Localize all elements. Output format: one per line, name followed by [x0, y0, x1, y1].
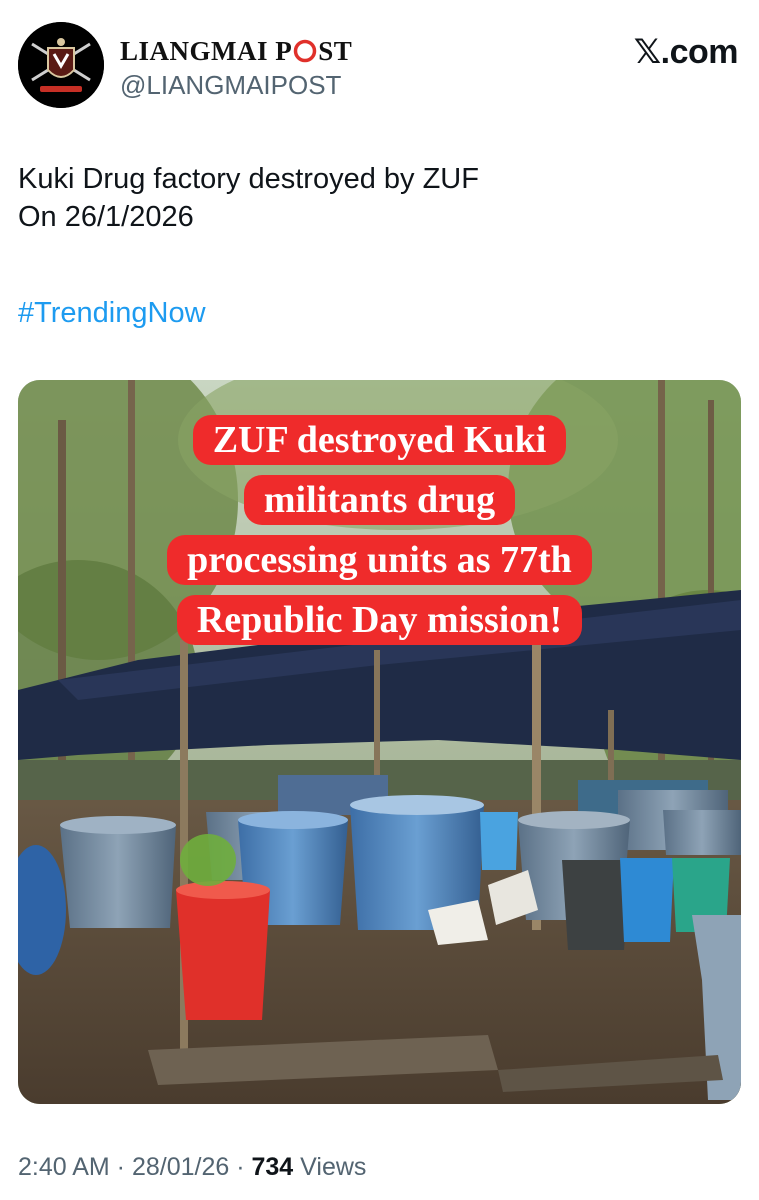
meta-separator: · — [109, 1153, 132, 1181]
tweet-text-line-1: Kuki Drug factory destroyed by ZUF — [18, 163, 479, 195]
avatar[interactable] — [18, 22, 104, 108]
tweet-text-line-2: On 26/1/2026 — [18, 201, 194, 233]
image-caption-overlay: ZUF destroyed Kuki militants drug proces… — [18, 410, 741, 650]
overlay-line-1: ZUF destroyed Kuki — [192, 415, 567, 465]
post-time[interactable]: 2:40 AM — [18, 1153, 110, 1181]
x-com-label[interactable]: 𝕏.com — [634, 32, 739, 72]
account-handle[interactable]: @LIANGMAIPOST — [120, 69, 352, 101]
tweet-meta: 2:40 AM · 28/01/26 · 734 Views — [18, 1150, 366, 1184]
views-count: 734 — [251, 1153, 294, 1181]
overlay-line-4: Republic Day mission! — [176, 595, 583, 645]
tweet-header: LIANGMAI P ST @LIANGMAIPOST 𝕏.com — [18, 22, 740, 112]
display-name-end: ST — [318, 36, 353, 66]
views-label: Views — [293, 1153, 367, 1181]
overlay-line-2: militants drug — [243, 475, 516, 525]
display-name[interactable]: LIANGMAI P ST — [120, 36, 352, 66]
tweet-text: Kuki Drug factory destroyed by ZUF On 26… — [18, 160, 718, 236]
hashtag-link[interactable]: #TrendingNow — [18, 294, 206, 332]
display-name-start: LIANGMAI P — [120, 36, 293, 66]
post-date[interactable]: 28/01/26 — [132, 1153, 229, 1181]
account-names: LIANGMAI P ST @LIANGMAIPOST — [120, 36, 352, 101]
overlay-line-3: processing units as 77th — [167, 535, 592, 585]
liangmai-post-logo-icon — [18, 22, 104, 108]
tweet-media-image[interactable]: ZUF destroyed Kuki militants drug proces… — [18, 380, 741, 1104]
red-o-logo-icon — [294, 39, 317, 63]
meta-separator: · — [229, 1153, 252, 1181]
